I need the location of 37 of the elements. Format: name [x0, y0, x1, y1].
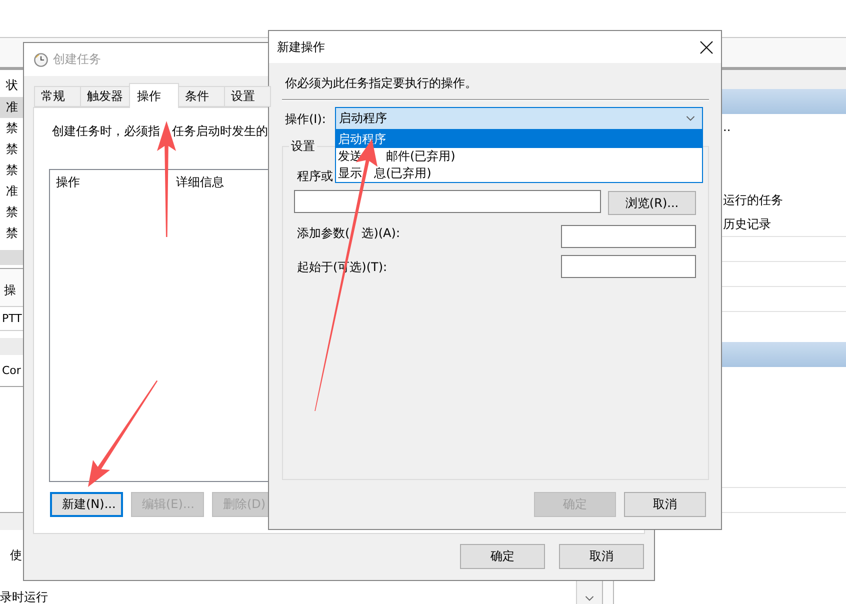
tab[interactable]: 操 [0, 268, 23, 306]
trigger-text: 录时运行 [0, 589, 48, 604]
tab[interactable]: 设置 [224, 86, 271, 107]
close-icon [700, 40, 712, 54]
browse-button[interactable]: 浏览(R)... [608, 191, 696, 215]
window-title: 创建任务 [53, 51, 101, 68]
instruction-text: 你必须为此任务指定要执行的操作。 [285, 75, 477, 91]
chevron-down-icon [585, 596, 594, 601]
ok-button[interactable]: 确定 [460, 544, 545, 569]
tab[interactable]: 条件 [178, 86, 225, 107]
window-title: 新建操作 [277, 38, 325, 56]
scrollbar[interactable] [576, 581, 602, 604]
start-in-field[interactable] [561, 255, 696, 278]
instruction-text: 任务启动时发生的 [172, 123, 268, 139]
task-row[interactable]: 准 [0, 97, 23, 118]
chevron-down-icon [686, 116, 695, 121]
action-link[interactable]: 运行的任务 [722, 192, 783, 208]
arguments-field[interactable] [561, 225, 696, 248]
action-link[interactable]: 历史记录 [722, 216, 771, 232]
column-header[interactable]: 操作 [50, 174, 170, 190]
cancel-button[interactable]: 取消 [624, 492, 706, 517]
instruction-text: 创建任务时，必须指 [52, 123, 160, 139]
field-label: 添加参数( [297, 225, 350, 241]
cancel-button[interactable]: 取消 [559, 544, 644, 569]
program-field[interactable] [294, 190, 601, 213]
action-dropdown[interactable]: 启动程序 [335, 107, 703, 130]
description-text: 使 [9, 546, 23, 564]
action-link[interactable]: .. [722, 120, 731, 134]
field-label: 程序或 [297, 169, 333, 183]
clock-icon [34, 52, 48, 66]
group-title: 设置 [290, 138, 316, 154]
field-label: 选)(A): [362, 225, 400, 241]
tab[interactable]: 常规 [34, 86, 81, 107]
tab[interactable]: 触发器 [80, 86, 130, 107]
field-label: 操作(I): [285, 110, 327, 126]
new-button[interactable]: 新建(N)... [50, 492, 123, 517]
tab[interactable]: 操作 [129, 83, 179, 108]
